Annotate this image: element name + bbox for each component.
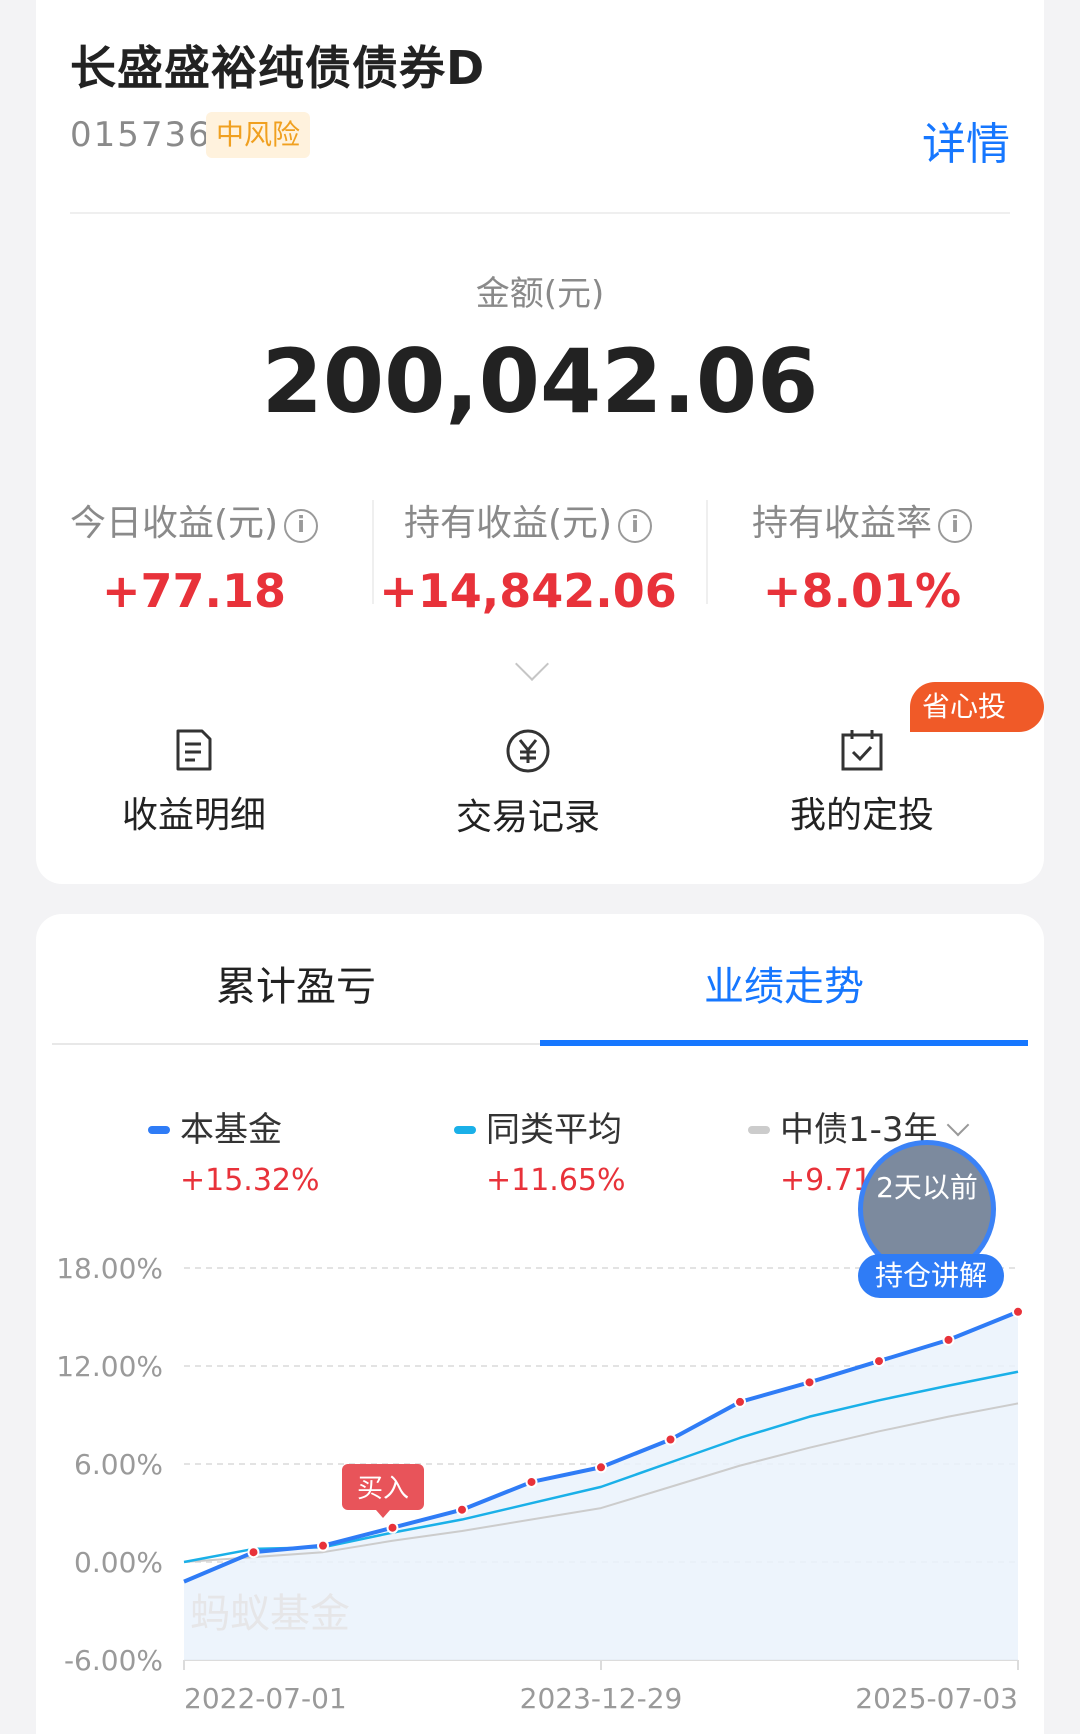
holding-explain-button[interactable]: 持仓讲解 [858, 1254, 1004, 1298]
y-tick-label: 12.00% [56, 1350, 163, 1383]
trade-point [1012, 1305, 1024, 1318]
trade-point [803, 1376, 816, 1389]
y-tick-label: -6.00% [64, 1644, 163, 1677]
buy-marker-label: 买入 [357, 1474, 409, 1504]
trade-point [386, 1521, 399, 1534]
trade-point [664, 1433, 677, 1446]
trade-point [247, 1546, 260, 1559]
trade-point [317, 1539, 329, 1552]
live-time: 2天以前 [876, 1171, 978, 1204]
x-tick-label: 2025-07-03 [855, 1682, 1018, 1715]
performance-chart: 18.00% 12.00% 6.00% 0.00% -6.00% 2022-07-01 20… [56, 1252, 1024, 1715]
watermark: 蚂蚁基金 [190, 1591, 350, 1637]
trade-point [873, 1355, 885, 1368]
y-tick-label: 18.00% [56, 1252, 163, 1285]
trade-point [525, 1475, 538, 1488]
buy-marker: 买入 [342, 1464, 424, 1518]
x-tick-label: 2022-07-01 [184, 1682, 347, 1715]
y-tick-label: 6.00% [74, 1448, 163, 1481]
trade-point [456, 1503, 468, 1516]
trade-point [734, 1395, 746, 1408]
live-bubble[interactable]: 2天以前 持仓讲解 [854, 1140, 1004, 1298]
trade-point [595, 1461, 607, 1474]
trade-point [942, 1333, 955, 1346]
y-tick-label: 0.00% [74, 1546, 163, 1579]
x-tick-label: 2023-12-29 [520, 1682, 683, 1715]
